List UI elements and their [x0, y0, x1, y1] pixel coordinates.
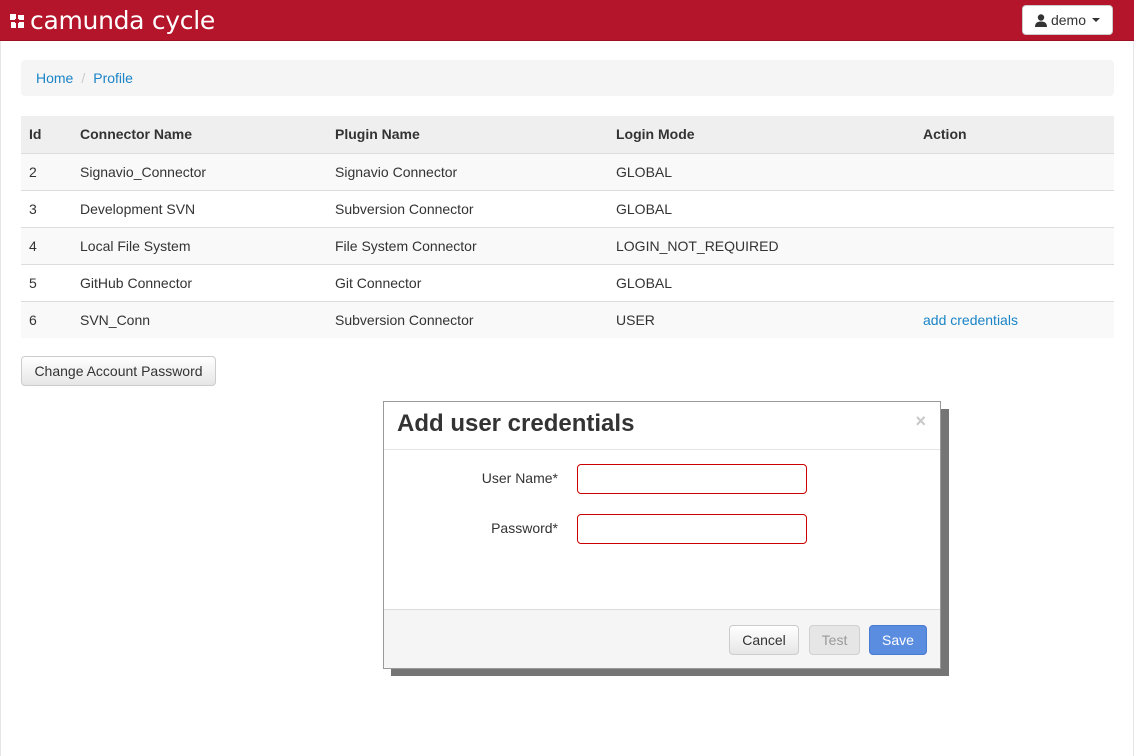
breadcrumb-profile[interactable]: Profile	[93, 70, 133, 86]
cell-connector-name: GitHub Connector	[72, 264, 327, 302]
save-button[interactable]: Save	[869, 625, 927, 655]
user-icon	[1034, 13, 1047, 27]
table-row: 4 Local File System File System Connecto…	[21, 227, 1114, 265]
cell-id: 5	[21, 264, 72, 302]
table-row: 6 SVN_Conn Subversion Connector USER add…	[21, 301, 1114, 338]
cell-id: 4	[21, 227, 72, 265]
cell-login-mode: USER	[608, 301, 915, 338]
caret-down-icon	[1092, 18, 1101, 22]
modal-header: Add user credentials ×	[384, 402, 940, 450]
breadcrumb-separator: /	[81, 70, 86, 86]
cell-connector-name: Development SVN	[72, 190, 327, 228]
cell-plugin-name: File System Connector	[327, 227, 608, 265]
header-login-mode: Login Mode	[608, 116, 915, 154]
brand-text: camunda cycle	[30, 5, 215, 35]
test-button[interactable]: Test	[809, 625, 860, 655]
change-account-password-button[interactable]: Change Account Password	[21, 356, 216, 386]
header-id: Id	[21, 116, 72, 154]
cell-id: 6	[21, 301, 72, 338]
password-input[interactable]	[577, 514, 807, 544]
cell-login-mode: GLOBAL	[608, 264, 915, 302]
username-input[interactable]	[577, 464, 807, 494]
add-credentials-dialog: Add user credentials × User Name* Passwo…	[383, 401, 941, 669]
header-connector-name: Connector Name	[72, 116, 327, 154]
cell-plugin-name: Signavio Connector	[327, 153, 608, 191]
cell-action: add credentials	[915, 301, 1114, 338]
cell-action	[915, 190, 1114, 228]
close-icon[interactable]: ×	[915, 411, 926, 432]
header-plugin-name: Plugin Name	[327, 116, 608, 154]
cell-id: 2	[21, 153, 72, 191]
table-row: 2 Signavio_Connector Signavio Connector …	[21, 153, 1114, 191]
cell-login-mode: GLOBAL	[608, 190, 915, 228]
user-menu-button[interactable]: demo	[1022, 5, 1113, 35]
table-header-row: Id Connector Name Plugin Name Login Mode…	[21, 116, 1114, 154]
brand[interactable]: camunda cycle	[10, 4, 215, 36]
add-credentials-link[interactable]: add credentials	[923, 312, 1018, 328]
cell-connector-name: Signavio_Connector	[72, 153, 327, 191]
cancel-button[interactable]: Cancel	[729, 625, 799, 655]
user-menu-label: demo	[1050, 12, 1087, 28]
modal-footer: Cancel Test Save	[384, 609, 940, 668]
cell-plugin-name: Git Connector	[327, 264, 608, 302]
header-action: Action	[915, 116, 1114, 154]
username-row: User Name*	[384, 464, 940, 494]
cell-id: 3	[21, 190, 72, 228]
cell-connector-name: Local File System	[72, 227, 327, 265]
cell-action	[915, 264, 1114, 302]
camunda-logo-icon	[10, 14, 24, 28]
cell-plugin-name: Subversion Connector	[327, 190, 608, 228]
table-row: 5 GitHub Connector Git Connector GLOBAL	[21, 264, 1114, 302]
cell-action	[915, 153, 1114, 191]
cell-action	[915, 227, 1114, 265]
table-row: 3 Development SVN Subversion Connector G…	[21, 190, 1114, 228]
cell-plugin-name: Subversion Connector	[327, 301, 608, 338]
breadcrumb: Home / Profile	[21, 60, 1114, 96]
modal-title: Add user credentials	[397, 410, 635, 437]
connectors-table: Id Connector Name Plugin Name Login Mode…	[21, 116, 1114, 338]
navbar: camunda cycle demo	[0, 0, 1134, 41]
cell-login-mode: LOGIN_NOT_REQUIRED	[608, 227, 915, 265]
username-label: User Name*	[481, 470, 558, 486]
password-label: Password*	[491, 520, 558, 536]
cell-login-mode: GLOBAL	[608, 153, 915, 191]
cell-connector-name: SVN_Conn	[72, 301, 327, 338]
password-row: Password*	[384, 514, 940, 544]
breadcrumb-home[interactable]: Home	[36, 70, 73, 86]
